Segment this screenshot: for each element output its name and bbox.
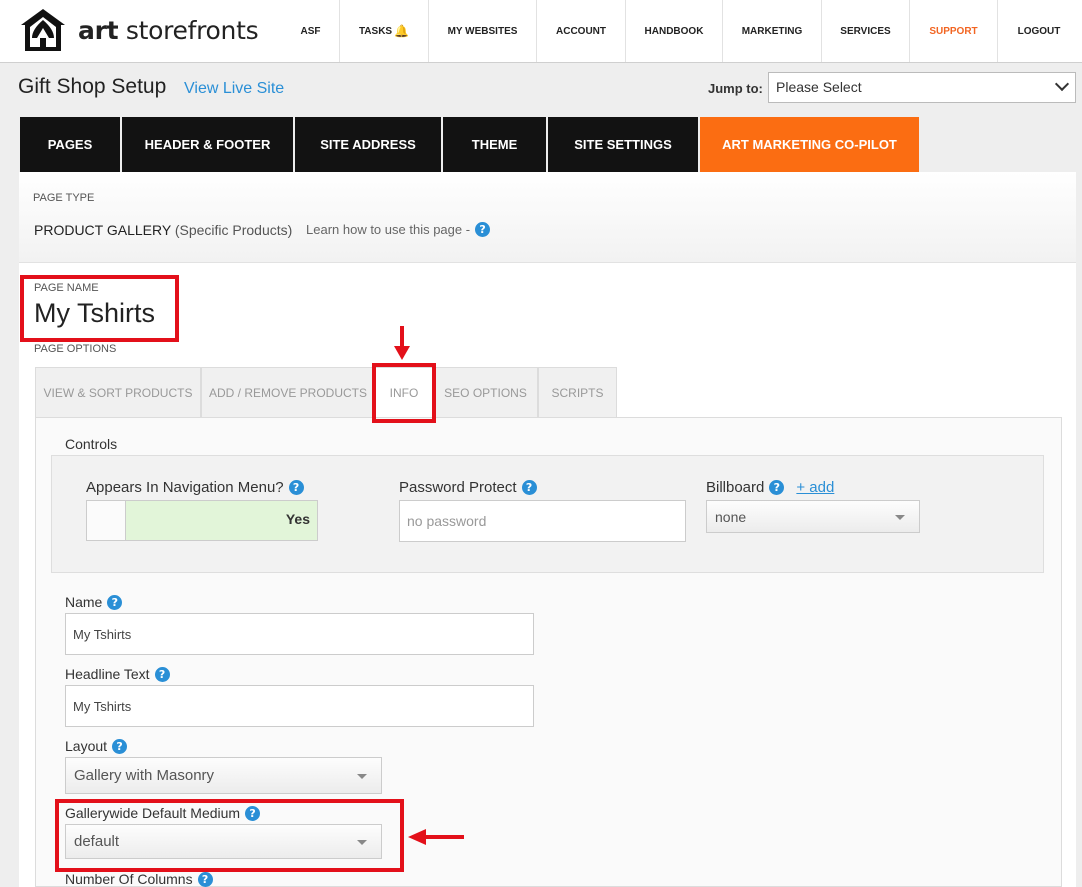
nav-item-account[interactable]: ACCOUNT xyxy=(537,0,626,62)
toggle-state: Yes xyxy=(285,511,310,527)
nav-menu-toggle[interactable]: Yes xyxy=(86,500,318,541)
jump-to-select[interactable]: Please Select xyxy=(768,72,1076,103)
help-icon[interactable]: ? xyxy=(112,738,128,754)
help-icon[interactable]: ? xyxy=(769,480,785,495)
name-input[interactable]: My Tshirts xyxy=(65,613,534,655)
nav-item-tasks[interactable]: TASKS 🔔 xyxy=(340,0,429,62)
nav-item-marketing[interactable]: MARKETING xyxy=(723,0,822,62)
controls-title: Controls xyxy=(65,436,118,452)
name-label: Name? xyxy=(65,594,123,610)
headline-text-input[interactable]: My Tshirts xyxy=(65,685,534,727)
tab-theme[interactable]: THEME xyxy=(443,117,546,172)
highlight-info-tab xyxy=(372,363,436,423)
nav-item-services[interactable]: SERVICES xyxy=(822,0,910,62)
nav-menu-label: Appears In Navigation Menu?? xyxy=(86,479,304,496)
dropdown-arrow-icon xyxy=(357,773,367,779)
billboard-label: Billboard? + add xyxy=(706,479,835,496)
jump-to-label: Jump to: xyxy=(708,81,763,96)
arrow-down-icon xyxy=(394,326,410,360)
layout-select[interactable]: Gallery with Masonry xyxy=(65,757,382,794)
arrow-left-icon xyxy=(408,829,464,845)
tab-site-address[interactable]: SITE ADDRESS xyxy=(295,117,441,172)
help-icon[interactable]: ? xyxy=(475,222,491,237)
page-type-label: PAGE TYPE xyxy=(33,192,95,204)
brand-logo[interactable]: art storefronts xyxy=(20,8,259,52)
brand-name: art storefronts xyxy=(78,15,259,45)
page-type-value: PRODUCT GALLERY (Specific Products) xyxy=(34,222,293,238)
dropdown-arrow-icon xyxy=(895,514,905,520)
learn-how-link[interactable]: Learn how to use this page -? xyxy=(306,222,491,237)
tab-header-footer[interactable]: HEADER & FOOTER xyxy=(122,117,293,172)
tab-seo-options[interactable]: SEO OPTIONS xyxy=(433,367,538,418)
password-protect-label: Password Protect? xyxy=(399,479,537,496)
page-type-section xyxy=(19,172,1076,263)
help-icon[interactable]: ? xyxy=(107,594,123,610)
bell-icon: 🔔 xyxy=(394,24,410,38)
tab-pages[interactable]: PAGES xyxy=(20,117,120,172)
jump-to-value: Please Select xyxy=(776,79,862,95)
view-live-site-link[interactable]: View Live Site xyxy=(184,80,284,98)
nav-item-asf[interactable]: ASF xyxy=(282,0,340,62)
tab-view-sort-products[interactable]: VIEW & SORT PRODUCTS xyxy=(35,367,201,418)
help-icon[interactable]: ? xyxy=(521,480,537,495)
headline-text-label: Headline Text? xyxy=(65,666,170,682)
nav-item-support[interactable]: SUPPORT xyxy=(910,0,998,62)
nav-item-logout[interactable]: LOGOUT xyxy=(998,0,1080,62)
tab-scripts[interactable]: SCRIPTS xyxy=(538,367,617,418)
storefront-logo-icon xyxy=(21,9,65,51)
page-options-label: PAGE OPTIONS xyxy=(34,343,117,355)
top-navigation-bar: art storefronts ASF TASKS 🔔 MY WEBSITES A… xyxy=(0,0,1082,63)
layout-label: Layout? xyxy=(65,738,128,754)
billboard-select[interactable]: none xyxy=(706,500,920,533)
tab-add-remove-products[interactable]: ADD / REMOVE PRODUCTS xyxy=(201,367,375,418)
highlight-default-medium xyxy=(55,799,404,872)
help-icon[interactable]: ? xyxy=(154,666,170,682)
page-title: Gift Shop Setup xyxy=(18,75,167,98)
nav-item-my-websites[interactable]: MY WEBSITES xyxy=(429,0,537,62)
billboard-add-link[interactable]: + add xyxy=(796,479,834,496)
main-menu: ASF TASKS 🔔 MY WEBSITES ACCOUNT HANDBOOK … xyxy=(282,0,1080,62)
help-icon[interactable]: ? xyxy=(288,480,304,495)
nav-item-handbook[interactable]: HANDBOOK xyxy=(626,0,723,62)
tab-site-settings[interactable]: SITE SETTINGS xyxy=(548,117,698,172)
number-of-columns-label: Number Of Columns? xyxy=(65,871,213,887)
toggle-knob[interactable] xyxy=(87,501,126,540)
tab-art-marketing-co-pilot[interactable]: ART MARKETING CO-PILOT xyxy=(700,117,919,172)
highlight-page-name xyxy=(20,275,179,342)
password-input[interactable]: no password xyxy=(399,500,686,542)
chevron-down-icon xyxy=(1054,76,1070,92)
help-icon[interactable]: ? xyxy=(197,871,213,887)
